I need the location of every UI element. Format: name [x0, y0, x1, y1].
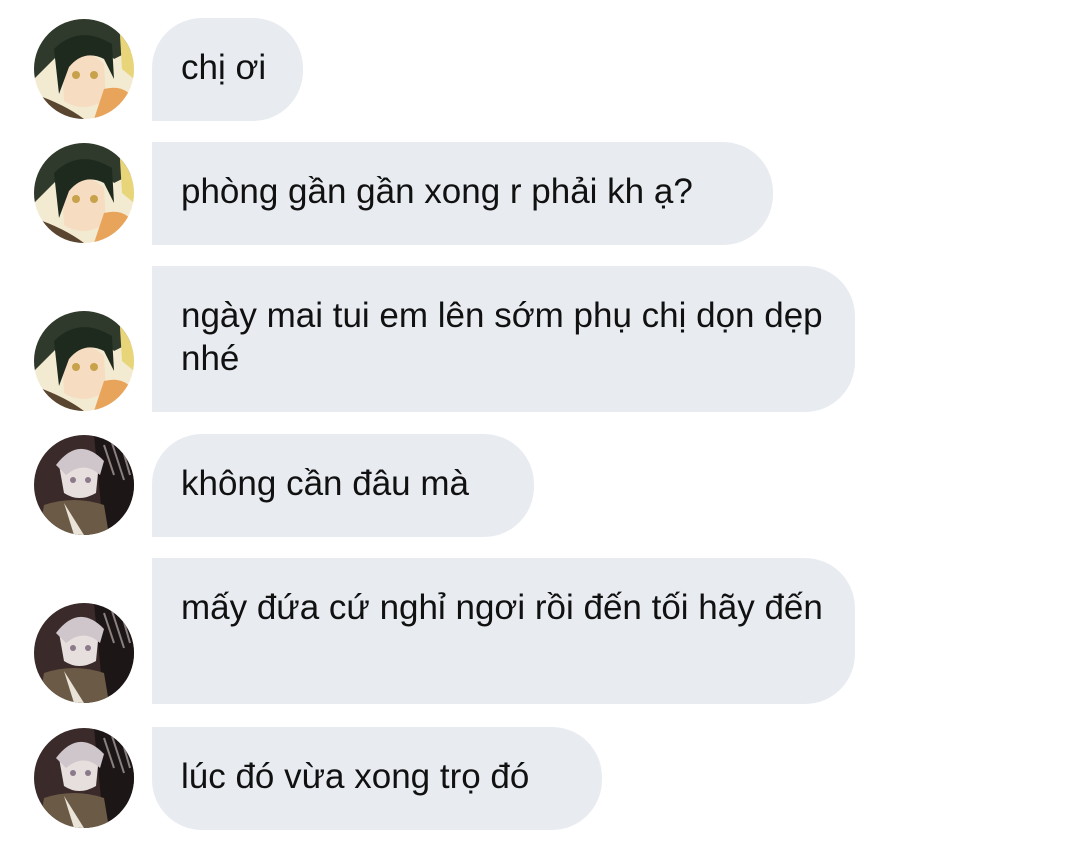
silver-haired-character-avatar-icon[interactable] — [34, 435, 134, 535]
silver-haired-character-avatar-icon[interactable] — [34, 603, 134, 703]
message-bubble[interactable]: mấy đứa cứ nghỉ ngơi rồi đến tối hãy đến — [152, 558, 855, 704]
silver-haired-character-avatar-icon[interactable] — [34, 728, 134, 828]
green-haired-character-avatar-icon[interactable] — [34, 311, 134, 411]
message-text: lúc đó vừa xong trọ đó — [181, 757, 530, 796]
message-text: ngày mai tui em lên sớm phụ chị dọn dẹp … — [181, 296, 823, 378]
message-bubble[interactable]: phòng gần gần xong r phải kh ạ? — [152, 142, 773, 245]
message-bubble[interactable]: ngày mai tui em lên sớm phụ chị dọn dẹp … — [152, 266, 855, 412]
message-text: phòng gần gần xong r phải kh ạ? — [181, 172, 693, 211]
green-haired-character-avatar-icon[interactable] — [34, 143, 134, 243]
message-text: mấy đứa cứ nghỉ ngơi rồi đến tối hãy đến — [181, 588, 823, 627]
message-bubble[interactable]: không cần đâu mà — [152, 434, 534, 537]
message-text: không cần đâu mà — [181, 464, 469, 503]
message-bubble[interactable]: lúc đó vừa xong trọ đó — [152, 727, 602, 830]
message-bubble[interactable]: chị ơi — [152, 18, 303, 121]
green-haired-character-avatar-icon[interactable] — [34, 19, 134, 119]
message-text: chị ơi — [181, 48, 267, 87]
